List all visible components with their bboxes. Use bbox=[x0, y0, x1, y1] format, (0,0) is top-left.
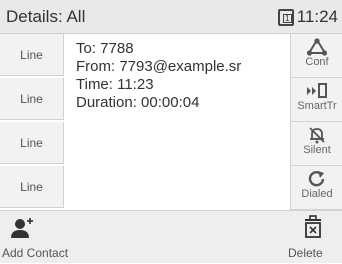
dialed-button[interactable]: Dialed bbox=[290, 166, 342, 210]
line-indicator-icon: 1 bbox=[277, 8, 294, 26]
status-bar: Details: All 1 11:24 bbox=[0, 0, 342, 34]
bottom-bar: Add Contact Delete bbox=[0, 210, 342, 263]
detail-from: From: 7793@example.sr bbox=[76, 58, 242, 75]
silent-button[interactable]: Silent bbox=[290, 122, 342, 166]
trash-icon bbox=[305, 215, 321, 238]
smart-transfer-button[interactable]: SmartTr bbox=[290, 78, 342, 122]
line-key-2[interactable]: Line bbox=[0, 78, 64, 120]
redial-icon bbox=[308, 171, 324, 187]
line-keys: Line Line Line Line bbox=[0, 34, 64, 210]
line-key-1[interactable]: Line bbox=[0, 34, 64, 76]
page-title: Details: All bbox=[6, 7, 86, 26]
detail-duration: Duration: 00:00:04 bbox=[76, 94, 200, 111]
silent-bell-icon bbox=[308, 127, 325, 144]
smart-transfer-icon bbox=[306, 83, 327, 98]
line-key-3[interactable]: Line bbox=[0, 122, 64, 164]
conference-icon bbox=[306, 38, 327, 56]
status-area: 1 11:24 bbox=[277, 7, 338, 27]
add-contact-button[interactable]: Add Contact bbox=[0, 211, 90, 264]
conf-button[interactable]: Conf bbox=[290, 34, 342, 78]
delete-button[interactable]: Delete bbox=[280, 211, 342, 264]
soft-keys: Conf SmartTr Silent Dialed bbox=[290, 34, 342, 210]
detail-to: To: 7788 bbox=[76, 40, 134, 57]
detail-time: Time: 11:23 bbox=[76, 76, 154, 93]
line-key-4[interactable]: Line bbox=[0, 166, 64, 208]
add-contact-icon bbox=[11, 218, 33, 238]
call-details: To: 7788 From: 7793@example.sr Time: 11:… bbox=[76, 40, 286, 112]
clock: 11:24 bbox=[296, 7, 338, 26]
